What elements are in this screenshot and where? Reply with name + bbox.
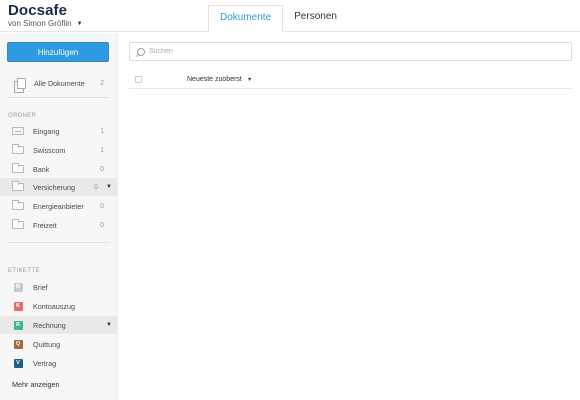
sort-label: Neueste zuoberst [187, 76, 242, 83]
sidebar-item-freizeit[interactable]: Freizeit 0 [0, 216, 118, 234]
tag-label: Brief [33, 282, 48, 292]
tags-heading: ETIKETTE [8, 268, 40, 274]
folder-label: Eingang [33, 126, 60, 136]
add-button[interactable]: Hinzufügen [7, 42, 109, 62]
folder-icon [11, 163, 25, 173]
sidebar-item-bank[interactable]: Bank 0 [0, 160, 118, 178]
tag-menu-caret-icon[interactable]: ▼ [102, 322, 116, 328]
sidebar-item-energieanbieter[interactable]: Energieanbieter 0 [0, 197, 118, 215]
folder-icon [11, 219, 25, 229]
folder-count: 0 [100, 221, 104, 229]
divider [8, 97, 110, 98]
tag-label: Vertrag [33, 358, 57, 368]
folder-icon [11, 144, 25, 154]
folder-label: Bank [33, 164, 50, 174]
all-documents-label: Alle Dokumente [34, 78, 85, 88]
main-content: Neueste zuoberst ▼ [119, 33, 580, 400]
select-all-checkbox[interactable] [135, 76, 142, 83]
search-icon [137, 47, 145, 56]
folder-count: 0 [94, 183, 98, 191]
caret-down-icon: ▼ [246, 76, 253, 83]
folder-count: 1 [100, 127, 104, 135]
folder-label: Energieanbieter [33, 201, 84, 211]
sidebar-tag-brief[interactable]: B Brief [0, 278, 118, 296]
sidebar-tag-kontoauszug[interactable]: K Kontoauszug [0, 297, 118, 315]
folder-icon [11, 181, 25, 191]
folder-label: Versicherung [33, 182, 75, 192]
folder-count: 1 [100, 146, 104, 154]
app-title: Docsafe [8, 2, 68, 19]
sidebar-item-versicherung[interactable]: Versicherung 0 ▼ [0, 178, 118, 196]
folder-label: Swisscom [33, 145, 66, 155]
tab-dokumente[interactable]: Dokumente [208, 5, 284, 32]
sidebar: Hinzufügen Alle Dokumente 2 ORDNER Einga… [0, 33, 118, 400]
sidebar-tag-rechnung[interactable]: R Rechnung ▼ [0, 316, 118, 334]
account-switcher[interactable]: von Simon Gröflin ▼ [8, 19, 83, 29]
main-tabs: Dokumente Personen [208, 5, 348, 33]
sidebar-tag-quittung[interactable]: Q Quittung [0, 335, 118, 353]
tag-icon: R [11, 320, 25, 330]
folder-icon [11, 200, 25, 210]
divider [8, 242, 110, 243]
folder-menu-caret-icon[interactable]: ▼ [102, 184, 116, 190]
tag-label: Rechnung [33, 320, 66, 330]
folder-count: 0 [100, 165, 104, 173]
tag-label: Kontoauszug [33, 301, 75, 311]
sidebar-tag-vertrag[interactable]: V Vertrag [0, 354, 118, 372]
caret-down-icon: ▼ [76, 21, 83, 27]
tag-icon: V [11, 358, 25, 368]
tag-label: Quittung [33, 339, 61, 349]
show-more-link[interactable]: Mehr anzeigen [12, 380, 60, 389]
app-header: Docsafe von Simon Gröflin ▼ Dokumente Pe… [0, 0, 580, 32]
sort-dropdown[interactable]: Neueste zuoberst ▼ [187, 76, 252, 83]
brand: Docsafe von Simon Gröflin ▼ [8, 3, 83, 29]
folder-label: Freizeit [33, 220, 57, 230]
sidebar-item-swisscom[interactable]: Swisscom 1 [0, 141, 118, 159]
folders-heading: ORDNER [8, 113, 37, 119]
search-input[interactable] [149, 48, 549, 55]
sidebar-item-all-documents[interactable]: Alle Dokumente 2 [0, 73, 118, 93]
tag-icon: B [11, 282, 25, 292]
search-bar [129, 42, 572, 61]
sidebar-item-eingang[interactable]: Eingang 1 [0, 122, 118, 140]
owner-label: von Simon Gröflin [8, 19, 72, 28]
tag-icon: Q [11, 339, 25, 349]
tab-personen[interactable]: Personen [283, 5, 348, 32]
folder-count: 0 [100, 202, 104, 210]
inbox-icon [11, 127, 25, 135]
tag-icon: K [11, 301, 25, 311]
all-documents-count: 2 [100, 79, 104, 87]
documents-icon [13, 77, 28, 93]
document-list-header: Neueste zuoberst ▼ [129, 71, 572, 89]
